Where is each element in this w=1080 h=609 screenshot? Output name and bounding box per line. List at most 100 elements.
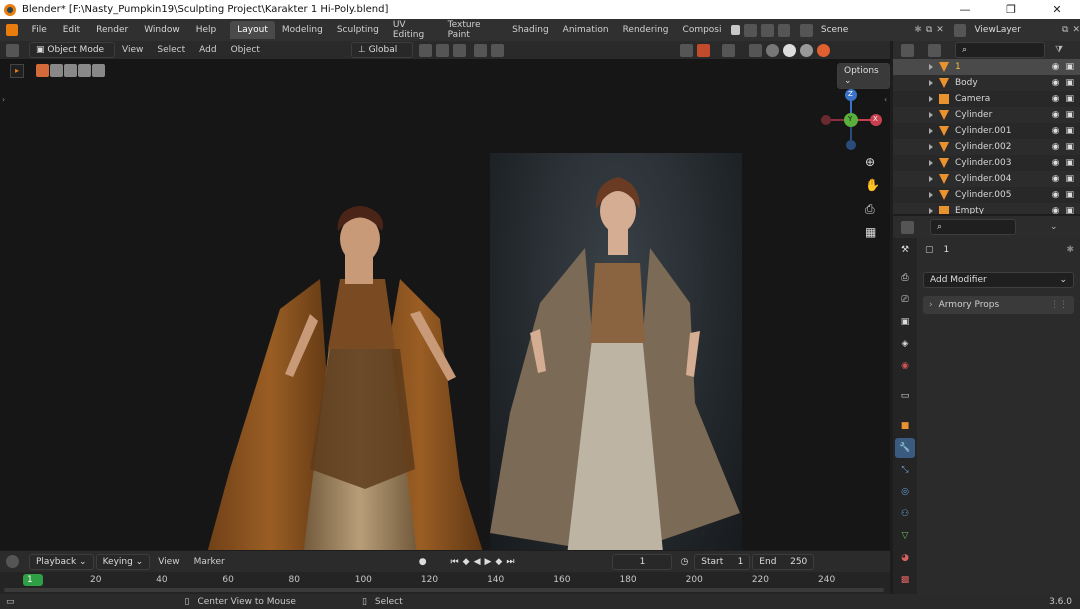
outliner-item[interactable]: Camera ◉ ▣ [893, 91, 1080, 107]
minimize-button[interactable]: — [942, 3, 988, 16]
timeline-marker-menu[interactable]: Marker [188, 557, 231, 567]
viewlayer-copy-icon[interactable]: ⧉ [1062, 25, 1068, 35]
world-tab-icon[interactable]: ◉ [895, 356, 915, 376]
visibility-eye-icon[interactable]: ◉ [1052, 126, 1060, 136]
tab-uv-editing[interactable]: UV Editing [386, 16, 441, 44]
object-tab-icon[interactable]: ■ [895, 416, 915, 436]
render-tab-icon[interactable]: ⎙ [895, 268, 915, 288]
physics-tab-icon[interactable]: ◎ [895, 482, 915, 502]
outliner-item[interactable]: 1 ◉ ▣ [893, 59, 1080, 75]
add-menu[interactable]: Add [192, 45, 223, 55]
data-tab-icon[interactable]: ▽ [895, 526, 915, 546]
tab-rendering[interactable]: Rendering [616, 21, 676, 39]
outliner-item[interactable]: Cylinder.002 ◉ ▣ [893, 139, 1080, 155]
view-layer-tab-icon[interactable]: ▣ [895, 312, 915, 332]
preview-range-icon[interactable]: ◷ [680, 557, 688, 567]
reference-image[interactable] [490, 153, 742, 550]
render-camera-icon[interactable]: ▣ [1065, 174, 1074, 184]
expand-arrow-icon[interactable] [929, 64, 933, 70]
gizmo-toggle-icon[interactable] [696, 43, 710, 57]
visibility-icon[interactable] [679, 43, 693, 57]
blender-menu-icon[interactable] [6, 24, 18, 36]
play-icon[interactable] [730, 25, 741, 35]
viewlayer-icon[interactable] [953, 23, 967, 37]
output-tab-icon[interactable]: ⎚ [895, 290, 915, 310]
pin-properties-icon[interactable]: ✱ [1066, 245, 1074, 255]
pan-hand-icon[interactable]: ✋ [865, 178, 880, 192]
folder-icon[interactable] [777, 23, 791, 37]
drag-handle-icon[interactable]: ⋮⋮ [1050, 300, 1068, 310]
properties-editor-icon[interactable] [901, 220, 914, 234]
falloff-icon[interactable] [490, 43, 504, 57]
scene-selector-icon[interactable] [800, 23, 813, 37]
mode-dropdown[interactable]: ▣ Object Mode [29, 42, 115, 58]
timeline-editor-icon[interactable] [6, 555, 19, 568]
copy-icon[interactable]: ⧉ [926, 25, 932, 35]
maximize-button[interactable]: ❐ [988, 3, 1034, 16]
menu-edit[interactable]: Edit [55, 25, 88, 35]
visibility-eye-icon[interactable]: ◉ [1052, 94, 1060, 104]
select-new-icon[interactable] [36, 64, 49, 77]
render-camera-icon[interactable]: ▣ [1065, 142, 1074, 152]
render-camera-icon[interactable]: ▣ [1065, 126, 1074, 136]
collection-tab-icon[interactable]: ▭ [895, 386, 915, 406]
view-menu[interactable]: View [115, 45, 150, 55]
select-intersect-icon[interactable] [92, 64, 105, 77]
snap-target-icon[interactable] [452, 43, 466, 57]
tab-texture-paint[interactable]: Texture Paint [441, 16, 505, 44]
visibility-eye-icon[interactable]: ◉ [1052, 110, 1060, 120]
visibility-eye-icon[interactable]: ◉ [1052, 190, 1060, 200]
tab-layout[interactable]: Layout [230, 21, 275, 39]
sidebar-expand-icon[interactable]: ‹ [884, 95, 887, 104]
image-icon[interactable] [760, 23, 774, 37]
current-frame-field[interactable]: 1 [612, 553, 673, 570]
modifier-tab-icon[interactable]: 🔧 [895, 438, 915, 458]
armory-props-panel[interactable]: › Armory Props ⋮⋮ [923, 296, 1074, 314]
outliner-item[interactable]: Empty ◉ ▣ [893, 203, 1080, 214]
xray-icon[interactable] [748, 43, 762, 57]
solid-shading-icon[interactable] [782, 43, 796, 57]
material-shading-icon[interactable] [799, 43, 813, 57]
render-camera-icon[interactable]: ▣ [1065, 94, 1074, 104]
filter-icon[interactable]: ⧩ [1055, 45, 1063, 55]
render-camera-icon[interactable]: ▣ [1065, 78, 1074, 88]
visibility-eye-icon[interactable]: ◉ [1052, 158, 1060, 168]
properties-search-input[interactable]: ⌕ [930, 219, 1016, 235]
playhead[interactable] [23, 574, 43, 586]
expand-arrow-icon[interactable] [929, 160, 933, 166]
outliner-search-input[interactable]: ⌕ [955, 42, 1045, 58]
transform-orientation-dropdown[interactable]: ⊥ Global [350, 42, 413, 58]
timeline-ruler[interactable]: 1 20 40 60 80 100 120 140 160 180 200 220 240 [0, 572, 890, 594]
expand-arrow-icon[interactable] [929, 144, 933, 150]
expand-arrow-icon[interactable] [929, 176, 933, 182]
navigation-gizmo[interactable]: Z Y X [818, 87, 884, 153]
menu-help[interactable]: Help [188, 25, 225, 35]
scene-tab-icon[interactable]: ◈ [895, 334, 915, 354]
outliner-item[interactable]: Cylinder.001 ◉ ▣ [893, 123, 1080, 139]
rendered-shading-icon[interactable] [816, 43, 830, 57]
playback-dropdown[interactable]: Playback ⌄ [29, 553, 94, 570]
keying-dropdown[interactable]: Keying ⌄ [95, 553, 151, 570]
render-camera-icon[interactable]: ▣ [1065, 62, 1074, 72]
expand-arrow-icon[interactable] [929, 128, 933, 134]
select-menu[interactable]: Select [150, 45, 192, 55]
close-button[interactable]: ✕ [1034, 3, 1080, 16]
wireframe-shading-icon[interactable] [765, 43, 779, 57]
select-extend-icon[interactable] [50, 64, 63, 77]
pin-icon[interactable]: ✱ [914, 25, 922, 35]
expand-arrow-icon[interactable] [929, 112, 933, 118]
visibility-eye-icon[interactable]: ◉ [1052, 174, 1060, 184]
playback-controls[interactable]: ⏮◆◀▶◆⏭ [451, 557, 519, 567]
toolbar-expand-icon[interactable]: › [2, 95, 5, 104]
add-modifier-dropdown[interactable]: Add Modifier ⌄ [923, 272, 1074, 288]
end-frame-field[interactable]: End 250 [752, 553, 815, 570]
outliner-editor-icon[interactable] [901, 43, 914, 57]
viewlayer-close-icon[interactable]: ✕ [1072, 25, 1080, 35]
material-tab-icon[interactable]: ◕ [895, 548, 915, 568]
render-camera-icon[interactable]: ▣ [1065, 158, 1074, 168]
outliner-item[interactable]: Cylinder.004 ◉ ▣ [893, 171, 1080, 187]
viewlayer-name[interactable]: ViewLayer [974, 25, 1062, 35]
render-camera-icon[interactable]: ▣ [1065, 190, 1074, 200]
proportional-edit-icon[interactable] [473, 43, 487, 57]
render-camera-icon[interactable]: ▣ [1065, 206, 1074, 214]
